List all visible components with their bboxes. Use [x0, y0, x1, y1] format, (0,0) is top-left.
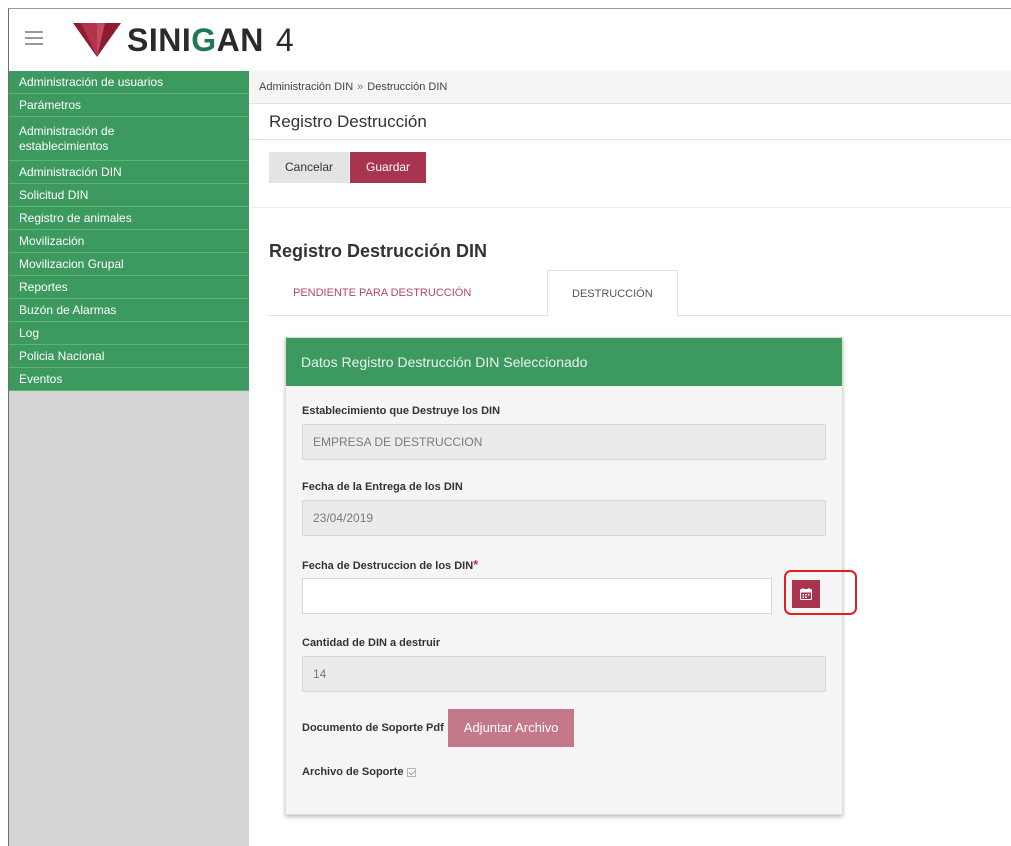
top-header: SINIGAN 4: [9, 9, 1011, 71]
page-title-bar: Registro Destrucción: [249, 104, 1011, 140]
save-button[interactable]: Guardar: [350, 152, 427, 183]
destruction-date-label-row: Fecha de Destruccion de los DIN*: [302, 556, 826, 574]
tab-bar: PENDIENTE PARA DESTRUCCIÓN DESTRUCCIÓN: [269, 270, 1011, 317]
sidebar-item-din-administration[interactable]: Administración DIN: [9, 161, 249, 184]
destruction-date-field: Fecha de Destruccion de los DIN*: [302, 556, 857, 615]
breadcrumb-parent[interactable]: Administración DIN: [259, 81, 353, 93]
support-file-label: Archivo de Soporte: [302, 766, 404, 778]
sidebar-item-animal-registry[interactable]: Registro de animales: [9, 207, 249, 230]
tab-pending-destruction[interactable]: PENDIENTE PARA DESTRUCCIÓN: [269, 270, 495, 316]
document-row: Documento de Soporte Pdf Adjuntar Archiv…: [302, 709, 575, 747]
main-content: Administración DIN » Destrucción DIN Regis…: [249, 71, 1011, 846]
calendar-button[interactable]: [792, 580, 820, 608]
attach-file-button[interactable]: Adjuntar Archivo: [447, 709, 575, 747]
brand-name: SINIGAN 4: [127, 21, 294, 59]
action-bar: Cancelar Guardar: [249, 140, 1011, 208]
sidebar: Administración de usuarios Parámetros Ad…: [9, 71, 249, 846]
required-marker: *: [473, 557, 479, 572]
breadcrumb-current: Destrucción DIN: [367, 81, 448, 93]
sidebar-item-parameters[interactable]: Parámetros: [9, 94, 249, 117]
sidebar-item-establishments[interactable]: Administración de establecimientos: [9, 117, 249, 161]
brand-highlight: G: [191, 22, 217, 58]
sidebar-item-din-request[interactable]: Solicitud DIN: [9, 184, 249, 207]
destruction-date-input[interactable]: [302, 578, 772, 614]
establishment-input: EMPRESA DE DESTRUCCION: [302, 424, 826, 460]
brand-version: 4: [275, 22, 295, 58]
app-window: SINIGAN 4 Administración de usuarios Pará…: [8, 8, 1011, 846]
sidebar-item-national-police[interactable]: Policia Nacional: [9, 345, 249, 368]
sidebar-item-log[interactable]: Log: [9, 322, 249, 345]
calendar-icon: [800, 588, 812, 600]
panel-title: Datos Registro Destrucción DIN Seleccion…: [286, 338, 842, 386]
destruction-date-label: Fecha de Destruccion de los DIN: [302, 560, 474, 572]
section-title: Registro Destrucción DIN: [269, 241, 488, 261]
delivery-date-field: Fecha de la Entrega de los DIN 23/04/201…: [302, 478, 826, 536]
sidebar-item-user-administration[interactable]: Administración de usuarios: [9, 71, 249, 94]
brand-prefix: SINI: [127, 22, 192, 58]
destruction-form-panel: Datos Registro Destrucción DIN Seleccion…: [285, 337, 857, 815]
delivery-date-input: 23/04/2019: [302, 500, 826, 536]
page-title: Registro Destrucción: [269, 112, 427, 131]
sidebar-item-group-mobilization[interactable]: Movilizacion Grupal: [9, 253, 249, 276]
support-file-checkbox[interactable]: [407, 767, 417, 777]
breadcrumb-separator: »: [357, 81, 364, 93]
sinigan-logo-icon: [73, 23, 121, 57]
sidebar-item-alarm-inbox[interactable]: Buzón de Alarmas: [9, 299, 249, 322]
document-label: Documento de Soporte Pdf: [302, 722, 444, 734]
tab-destruction[interactable]: DESTRUCCIÓN: [547, 270, 678, 317]
delivery-date-label: Fecha de la Entrega de los DIN: [302, 481, 463, 493]
brand-suffix: AN: [216, 22, 264, 58]
quantity-input: 14: [302, 656, 826, 692]
support-file-row: Archivo de Soporte: [302, 766, 417, 778]
sidebar-item-events[interactable]: Eventos: [9, 368, 249, 391]
breadcrumb: Administración DIN » Destrucción DIN: [249, 71, 1011, 104]
sidebar-item-mobilization[interactable]: Movilización: [9, 230, 249, 253]
quantity-label: Cantidad de DIN a destruir: [302, 637, 441, 649]
sidebar-item-reports[interactable]: Reportes: [9, 276, 249, 299]
cancel-button[interactable]: Cancelar: [269, 152, 350, 183]
establishment-label: Establecimiento que Destruye los DIN: [302, 405, 501, 417]
sidebar-menu: Administración de usuarios Parámetros Ad…: [9, 71, 249, 391]
menu-toggle-icon[interactable]: [25, 31, 43, 45]
establishment-field: Establecimiento que Destruye los DIN EMP…: [302, 402, 826, 460]
quantity-field: Cantidad de DIN a destruir 14: [302, 634, 826, 692]
